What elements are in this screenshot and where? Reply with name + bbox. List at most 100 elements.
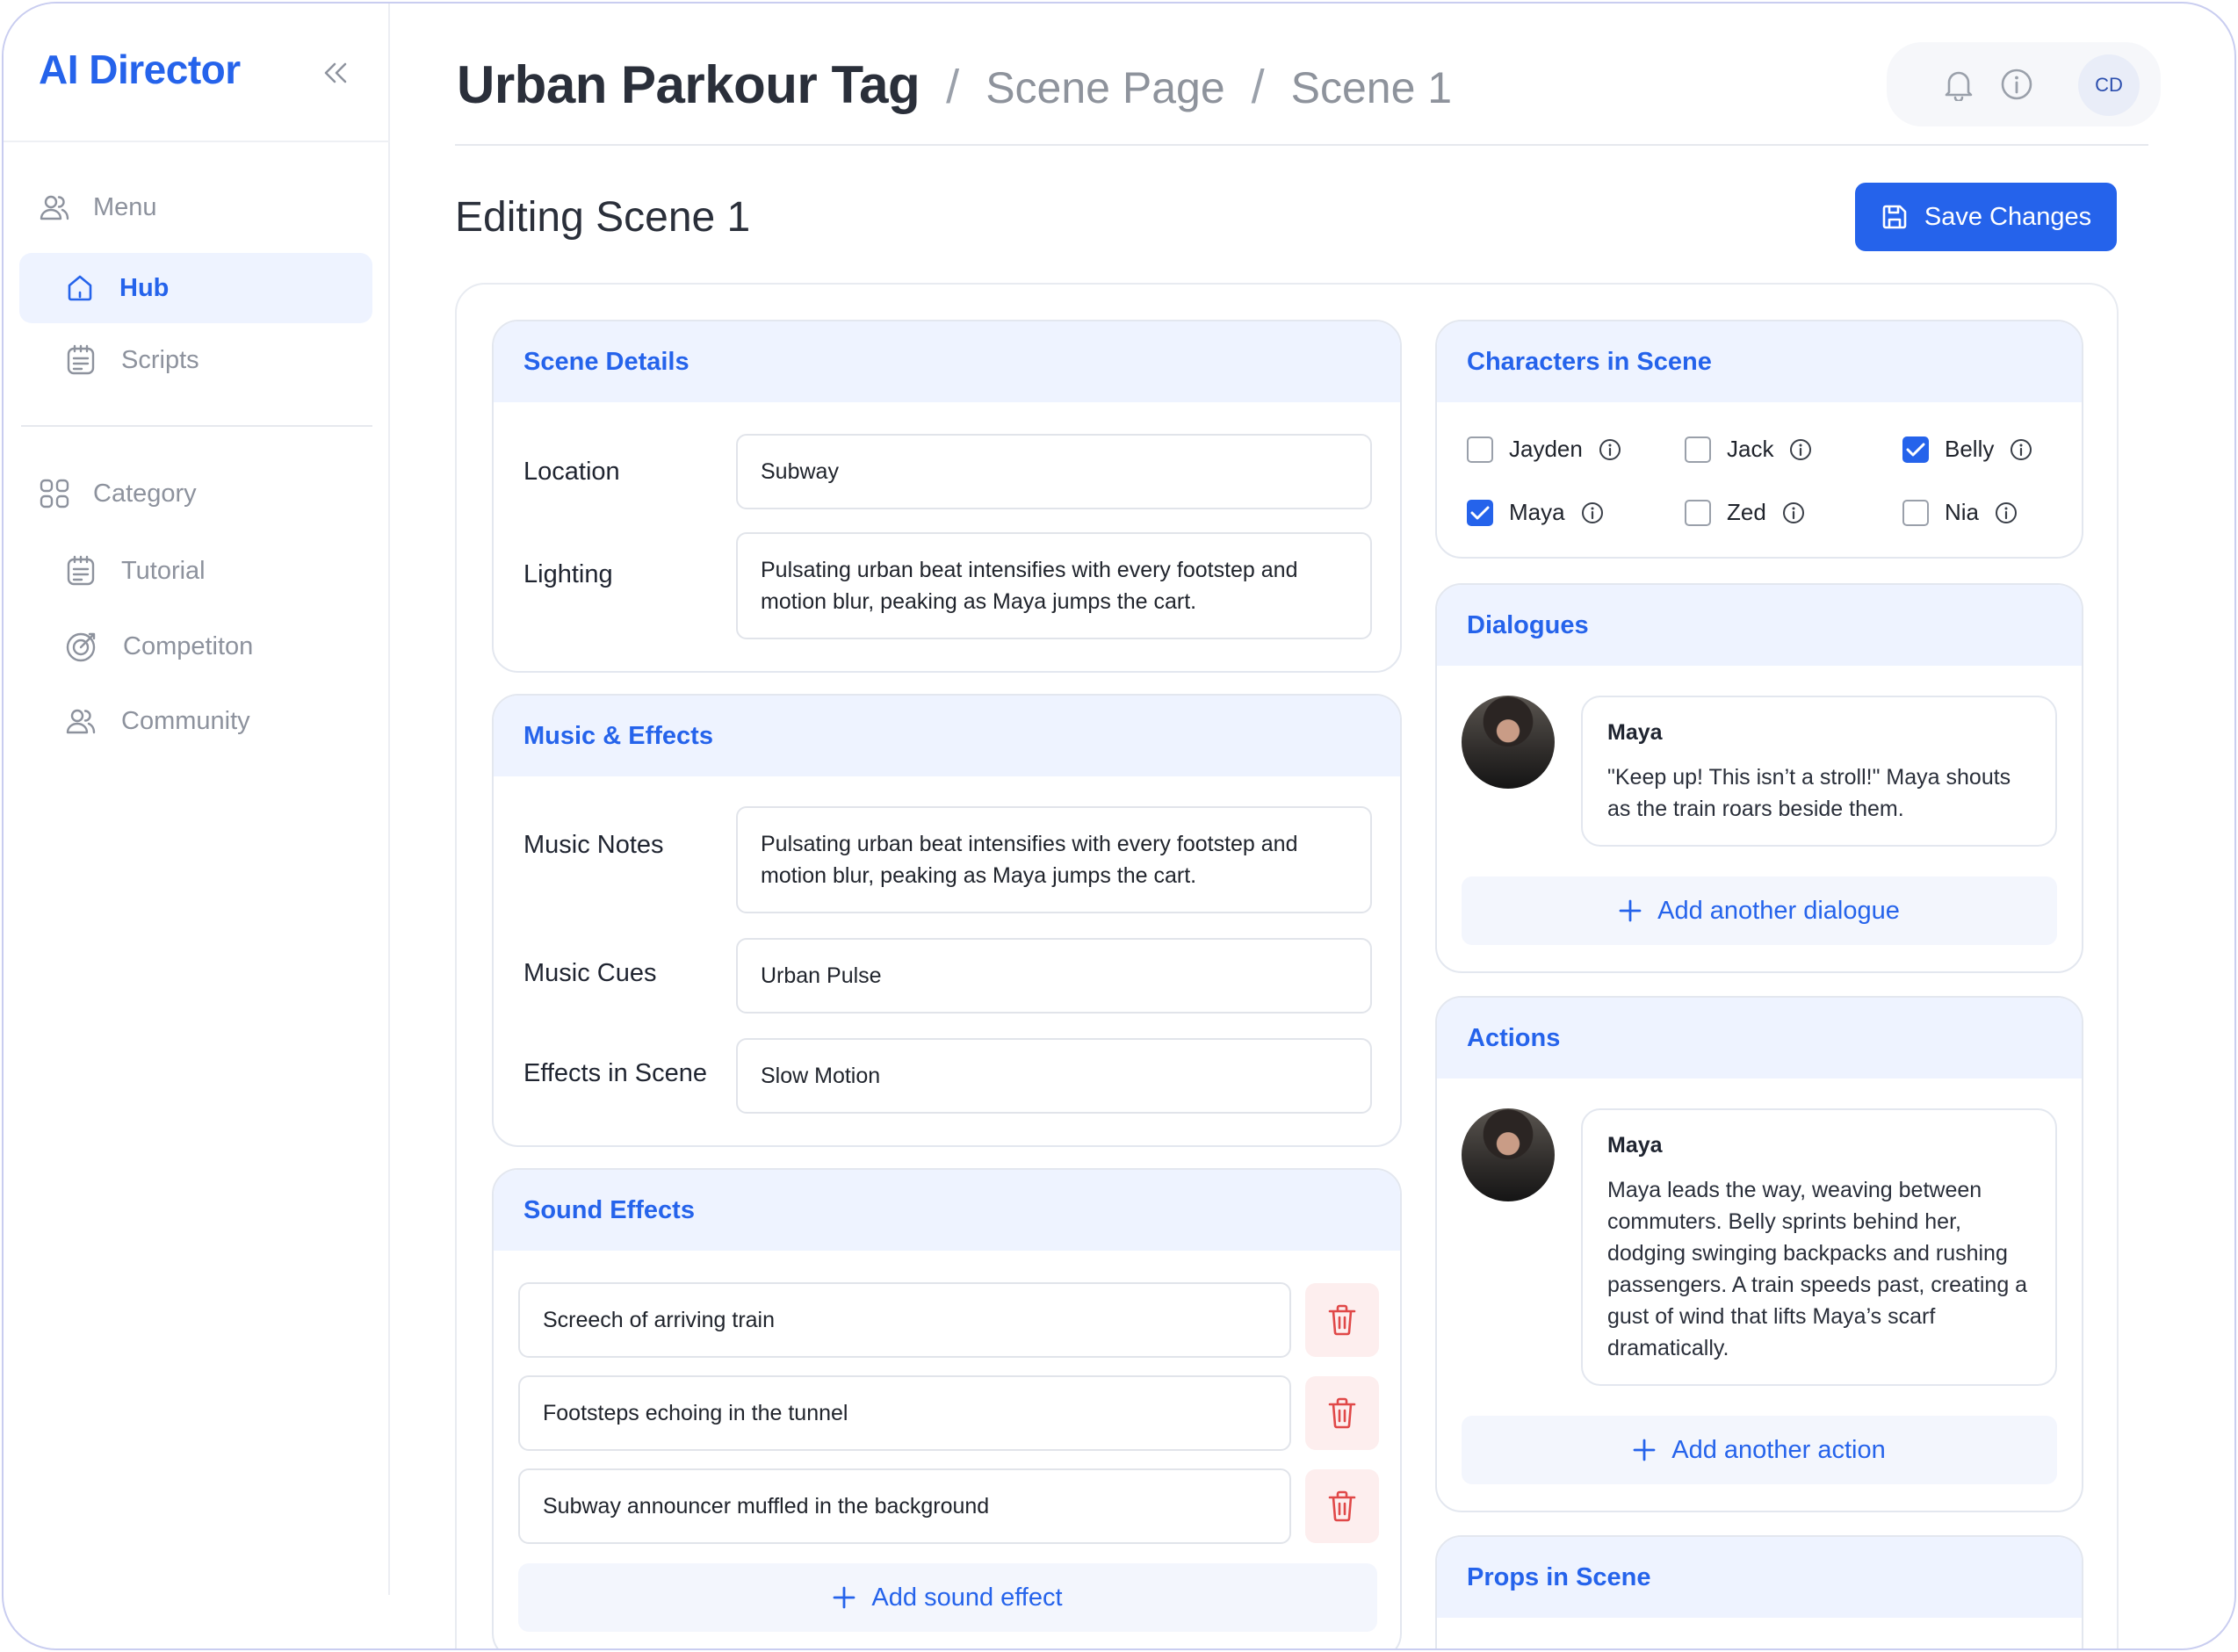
divider <box>21 425 372 427</box>
action-text: Maya leads the way, weaving between comm… <box>1607 1178 2028 1360</box>
checkbox[interactable] <box>1902 499 1929 526</box>
character-option-maya[interactable]: Maya <box>1467 499 1604 526</box>
card-heading: Scene Details <box>494 321 1400 402</box>
field-label: Effects in Scene <box>523 1059 708 1087</box>
dialogues-card: Dialogues Maya "Keep up! This isn’t a st… <box>1435 583 2083 973</box>
action-actor: Maya <box>1607 1133 1663 1158</box>
character-avatar <box>1462 696 1555 789</box>
effects-input[interactable]: Slow Motion <box>736 1038 1372 1114</box>
sidebar-item-label: Tutorial <box>121 556 206 585</box>
character-name: Jack <box>1727 436 1774 462</box>
info-icon <box>2001 69 2032 100</box>
brand-logo: AI Director <box>39 47 241 92</box>
character-name: Maya <box>1509 499 1565 525</box>
scene-editor-panel: Scene Details Location Subway Lighting P… <box>455 283 2119 1648</box>
plus-icon <box>1619 899 1642 922</box>
category-label: Category <box>93 479 197 508</box>
sidebar-item-scripts[interactable]: Scripts <box>19 325 372 395</box>
sound-effects-card: Sound Effects Screech of arriving train … <box>492 1168 1402 1648</box>
field-label: Music Cues <box>523 959 657 987</box>
add-dialogue-button[interactable]: Add another dialogue <box>1462 876 2057 945</box>
character-option-jayden[interactable]: Jayden <box>1467 436 1621 463</box>
dialogue-speaker: Maya <box>1607 720 1663 745</box>
delete-sound-effect-button[interactable] <box>1305 1469 1379 1543</box>
sidebar-item-label: Hub <box>119 273 170 302</box>
collapse-sidebar-button[interactable] <box>318 58 353 88</box>
check-icon <box>1470 506 1490 519</box>
breadcrumb-separator: / <box>1251 61 1265 113</box>
breadcrumb-scene-page[interactable]: Scene Page <box>985 62 1224 113</box>
character-option-nia[interactable]: Nia <box>1902 499 2018 526</box>
info-icon <box>2011 438 2032 460</box>
checkbox-checked[interactable] <box>1902 436 1929 463</box>
users-icon <box>66 709 96 734</box>
project-title[interactable]: Urban Parkour Tag <box>457 54 920 115</box>
dialogue-entry[interactable]: Maya "Keep up! This isn’t a stroll!" May… <box>1581 696 2057 847</box>
card-heading: Characters in Scene <box>1437 321 2082 402</box>
divider <box>4 141 390 142</box>
users-icon <box>40 195 69 220</box>
sidebar-item-label: Scripts <box>121 345 199 374</box>
sidebar-item-hub[interactable]: Hub <box>19 253 372 323</box>
location-input[interactable]: Subway <box>736 434 1372 509</box>
character-option-belly[interactable]: Belly <box>1902 436 2032 463</box>
info-icon <box>1599 438 1621 460</box>
music-notes-textarea[interactable]: Pulsating urban beat intensifies with ev… <box>736 806 1372 913</box>
add-sound-effect-button[interactable]: Add sound effect <box>518 1563 1377 1632</box>
double-chevron-left-icon <box>324 62 347 83</box>
add-button-label: Add sound effect <box>871 1583 1063 1612</box>
home-icon <box>68 275 92 301</box>
add-action-button[interactable]: Add another action <box>1462 1416 2057 1484</box>
character-option-zed[interactable]: Zed <box>1685 499 1805 526</box>
music-cues-input[interactable]: Urban Pulse <box>736 938 1372 1014</box>
field-label: Lighting <box>523 560 613 588</box>
sidebar-item-tutorial[interactable]: Tutorial <box>19 536 372 606</box>
music-effects-card: Music & Effects Music Notes Pulsating ur… <box>492 694 1402 1147</box>
character-name: Jayden <box>1509 436 1583 462</box>
delete-sound-effect-button[interactable] <box>1305 1376 1379 1450</box>
breadcrumb-separator: / <box>946 61 960 113</box>
notepad-icon <box>67 555 95 586</box>
breadcrumb: Urban Parkour Tag / Scene Page / Scene 1 <box>457 54 1452 115</box>
breadcrumb-scene-1: Scene 1 <box>1290 63 1453 112</box>
delete-sound-effect-button[interactable] <box>1305 1283 1379 1357</box>
characters-card: Characters in Scene Jayden Jack Belly Ma… <box>1435 320 2083 559</box>
action-entry[interactable]: Maya Maya leads the way, weaving between… <box>1581 1108 2057 1386</box>
checkbox-checked[interactable] <box>1467 499 1493 526</box>
sound-effect-input[interactable]: Footsteps echoing in the tunnel <box>518 1375 1291 1451</box>
plus-icon <box>834 1586 855 1609</box>
card-heading: Dialogues <box>1437 585 2082 666</box>
grid-icon <box>40 479 69 509</box>
sidebar: AI Director Menu Hub Scripts Category Tu… <box>4 4 390 1595</box>
actions-card: Actions Maya Maya leads the way, weaving… <box>1435 996 2083 1512</box>
notifications-button[interactable] <box>1941 67 1976 102</box>
lighting-textarea[interactable]: Pulsating urban beat intensifies with ev… <box>736 532 1372 639</box>
info-icon <box>1782 501 1804 523</box>
scene-details-card: Scene Details Location Subway Lighting P… <box>492 320 1402 673</box>
sidebar-item-community[interactable]: Community <box>19 686 372 756</box>
app-window: AI Director Menu Hub Scripts Category Tu… <box>2 2 2236 1650</box>
checkbox[interactable] <box>1467 436 1493 463</box>
checkbox[interactable] <box>1685 499 1711 526</box>
trash-icon <box>1328 1490 1356 1522</box>
sound-effect-input[interactable]: Screech of arriving train <box>518 1282 1291 1358</box>
sidebar-item-competition[interactable]: Competiton <box>19 611 372 682</box>
sidebar-item-label: Community <box>121 706 250 735</box>
add-button-label: Add another action <box>1671 1435 1886 1464</box>
character-avatar <box>1462 1108 1555 1201</box>
field-label: Music Notes <box>523 831 664 859</box>
sidebar-item-label: Competiton <box>123 631 254 660</box>
user-avatar[interactable]: CD <box>2078 54 2140 116</box>
checkbox[interactable] <box>1685 436 1711 463</box>
save-changes-button[interactable]: Save Changes <box>1855 183 2117 251</box>
info-button[interactable] <box>1999 67 2034 102</box>
dialogue-text: "Keep up! This isn’t a stroll!" Maya sho… <box>1607 765 2011 821</box>
card-heading: Actions <box>1437 998 2082 1078</box>
sound-effect-input[interactable]: Subway announcer muffled in the backgrou… <box>518 1468 1291 1544</box>
page-title: Editing Scene 1 <box>455 194 751 241</box>
category-section-label: Category <box>39 478 197 509</box>
character-name: Zed <box>1727 499 1766 525</box>
menu-label: Menu <box>93 192 157 221</box>
check-icon <box>1906 443 1925 456</box>
character-option-jack[interactable]: Jack <box>1685 436 1812 463</box>
